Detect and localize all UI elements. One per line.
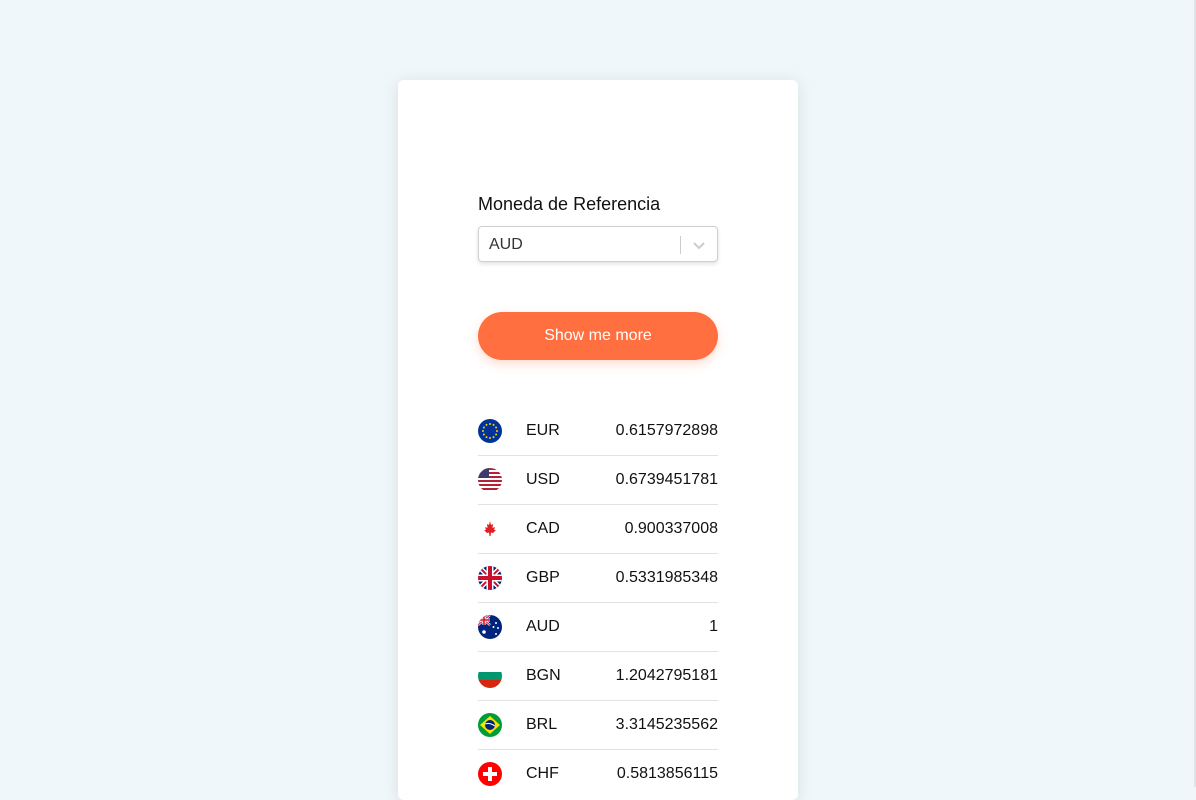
currency-code: CHF	[526, 765, 559, 782]
currency-code: GBP	[526, 569, 560, 586]
currency-rate: 0.900337008	[624, 520, 718, 537]
converter-card: Moneda de Referencia AUD Show me more EU…	[398, 80, 798, 800]
switzerland-flag-icon	[478, 762, 502, 786]
rate-row: BRL 3.3145235562	[478, 701, 718, 750]
rate-row: BGN 1.2042795181	[478, 652, 718, 701]
bulgaria-flag-icon	[478, 664, 502, 688]
rate-row: CHF 0.5813856115	[478, 750, 718, 799]
australia-flag-icon	[478, 615, 502, 639]
rate-row: AUD 1	[478, 603, 718, 652]
chevron-down-icon[interactable]	[692, 240, 706, 250]
currency-code: USD	[526, 471, 560, 488]
rate-row: USD 0.6739451781	[478, 456, 718, 505]
currency-code: EUR	[526, 422, 560, 439]
canada-flag-icon	[484, 521, 496, 536]
show-more-button[interactable]: Show me more	[478, 312, 718, 360]
reference-currency-label: Moneda de Referencia	[478, 194, 661, 214]
currency-rate: 0.6739451781	[615, 471, 718, 488]
reference-currency-select[interactable]: AUD	[478, 226, 718, 262]
currency-code: BRL	[526, 716, 558, 733]
rate-row: EUR 0.6157972898	[478, 407, 718, 456]
brazil-flag-icon	[478, 713, 502, 737]
rate-row: GBP 0.5331985348	[478, 554, 718, 603]
currency-code: CAD	[526, 520, 560, 537]
currency-rate: 1.2042795181	[615, 667, 718, 684]
currency-code: AUD	[526, 618, 560, 635]
uk-flag-icon	[478, 566, 502, 590]
currency-rate: 0.5331985348	[615, 569, 718, 586]
currency-code: BGN	[526, 667, 561, 684]
us-flag-icon	[478, 468, 502, 492]
selected-currency: AUD	[489, 236, 523, 253]
rates-list: EUR 0.6157972898 USD 0.6739451781 CAD 0.…	[478, 407, 718, 799]
currency-rate: 1	[709, 618, 718, 635]
currency-rate: 3.3145235562	[615, 716, 718, 733]
select-separator	[680, 236, 681, 254]
rate-row: CAD 0.900337008	[478, 505, 718, 554]
currency-rate: 0.6157972898	[615, 422, 718, 439]
currency-rate: 0.5813856115	[616, 765, 718, 782]
eu-flag-icon	[478, 419, 502, 443]
